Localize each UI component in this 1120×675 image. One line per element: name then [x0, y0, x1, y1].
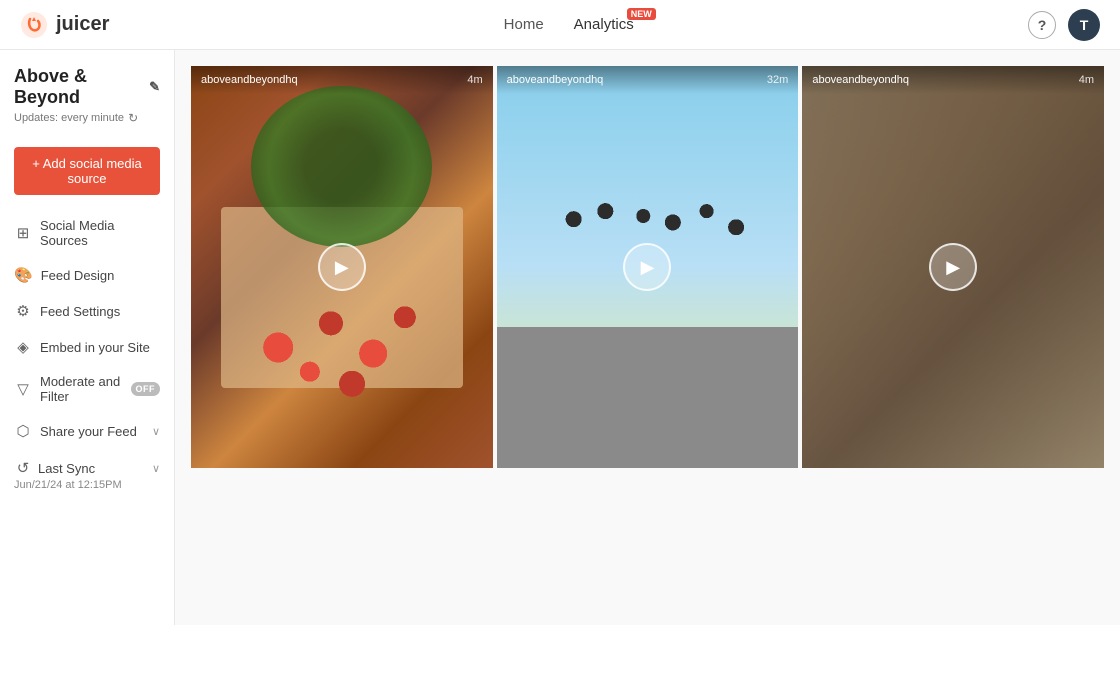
- card-1-username: aboveandbeyondhq: [201, 74, 298, 86]
- social-media-sources-icon: ⊞: [14, 224, 32, 242]
- card-1-time: 4m: [467, 74, 482, 86]
- share-chevron-icon: ∨: [152, 425, 160, 438]
- feed-name: Above & Beyond ✎: [14, 66, 160, 108]
- card-1-play-button[interactable]: ▶: [318, 243, 366, 291]
- sidebar-item-social-media-sources[interactable]: ⊞ Social Media Sources: [0, 209, 174, 257]
- app-logo[interactable]: juicer: [20, 11, 109, 39]
- card-3-time: 4m: [1079, 74, 1094, 86]
- sidebar-item-embed-in-your-site[interactable]: ◈ Embed in your Site: [0, 329, 174, 365]
- sidebar-item-feed-settings[interactable]: ⚙ Feed Settings: [0, 293, 174, 329]
- updates-label: Updates: every minute ↻: [14, 111, 160, 125]
- sidebar-item-feed-design[interactable]: 🎨 Feed Design: [0, 257, 174, 293]
- sync-icon: ↺: [14, 459, 32, 477]
- feed-card-1[interactable]: aboveandbeyondhq 4m ▶: [191, 66, 493, 468]
- card-1-tomatoes: [236, 287, 447, 408]
- sidebar-item-share-your-feed[interactable]: ⬡ Share your Feed ∨: [0, 413, 174, 449]
- sidebar: Above & Beyond ✎ Updates: every minute ↻…: [0, 50, 175, 625]
- feed-card-3[interactable]: aboveandbeyondhq 4m ▶: [802, 66, 1104, 468]
- feed-card-2[interactable]: aboveandbeyondhq 32m ▶: [497, 66, 799, 468]
- moderate-toggle[interactable]: OFF: [131, 382, 161, 396]
- refresh-icon: ↻: [128, 111, 138, 125]
- last-sync-date: Jun/21/24 at 12:15PM: [14, 479, 122, 491]
- help-button[interactable]: ?: [1028, 11, 1056, 39]
- main-nav: Home Analytics NEW: [504, 16, 634, 33]
- share-icon: ⬡: [14, 422, 32, 440]
- card-3-header: aboveandbeyondhq 4m: [802, 66, 1104, 94]
- juicer-logo-icon: [20, 11, 48, 39]
- embed-icon: ◈: [14, 338, 32, 356]
- card-3-username: aboveandbeyondhq: [812, 74, 909, 86]
- analytics-new-badge: NEW: [627, 8, 656, 20]
- app-header: juicer Home Analytics NEW ? T: [0, 0, 1120, 50]
- sidebar-nav: ⊞ Social Media Sources 🎨 Feed Design ⚙ F…: [0, 209, 174, 501]
- card-1-header: aboveandbeyondhq 4m: [191, 66, 493, 94]
- sync-chevron-icon: ∨: [152, 462, 160, 475]
- sidebar-item-moderate-and-filter[interactable]: ▽ Moderate and Filter OFF: [0, 365, 174, 413]
- add-source-button[interactable]: + Add social media source: [14, 147, 160, 195]
- sidebar-header: Above & Beyond ✎ Updates: every minute ↻: [0, 66, 174, 137]
- card-2-username: aboveandbeyondhq: [507, 74, 604, 86]
- main-content: aboveandbeyondhq 4m ▶ aboveandbeyondhq 3…: [175, 50, 1120, 625]
- nav-home[interactable]: Home: [504, 16, 544, 33]
- feed-design-icon: 🎨: [14, 266, 33, 284]
- header-actions: ? T: [1028, 9, 1100, 41]
- feed-grid: aboveandbeyondhq 4m ▶ aboveandbeyondhq 3…: [191, 66, 1104, 468]
- moderate-icon: ▽: [14, 380, 32, 398]
- edit-feed-icon[interactable]: ✎: [149, 79, 160, 95]
- feed-settings-icon: ⚙: [14, 302, 32, 320]
- card-2-time: 32m: [767, 74, 788, 86]
- card-2-header: aboveandbeyondhq 32m: [497, 66, 799, 94]
- nav-analytics[interactable]: Analytics NEW: [574, 16, 634, 33]
- card-2-play-button[interactable]: ▶: [623, 243, 671, 291]
- sidebar-item-last-sync[interactable]: ↺ Last Sync ∨ Jun/21/24 at 12:15PM: [0, 449, 174, 501]
- logo-text: juicer: [56, 13, 109, 36]
- card-3-play-button[interactable]: ▶: [929, 243, 977, 291]
- app-layout: Above & Beyond ✎ Updates: every minute ↻…: [0, 50, 1120, 625]
- user-avatar[interactable]: T: [1068, 9, 1100, 41]
